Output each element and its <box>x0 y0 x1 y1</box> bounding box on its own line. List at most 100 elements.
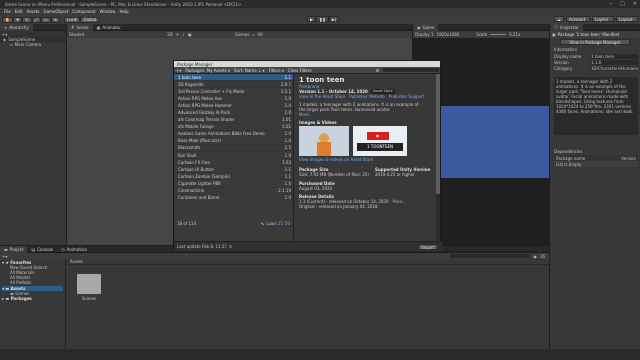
menu-help[interactable]: Help <box>119 9 128 14</box>
item-version: 2.0 <box>284 110 291 116</box>
list-item[interactable]: Cinemachine 2.1.10 <box>174 188 293 195</box>
character-thumbnail[interactable] <box>299 126 349 156</box>
menu-gameobject[interactable]: GameObject <box>43 9 68 14</box>
scale-slider[interactable] <box>490 34 507 35</box>
light-icon[interactable]: ☀ <box>176 32 180 37</box>
list-item[interactable]: Base Male (Muscular) 1.0 <box>174 138 293 145</box>
layout-dropdown[interactable]: Layout <box>616 16 638 22</box>
field-value[interactable]: 1 toon teen <box>590 53 638 59</box>
resolution-dropdown[interactable]: 1920x1080 <box>437 32 460 37</box>
sort-dropdown[interactable]: Sort: Name ↓ ▾ <box>234 68 265 73</box>
settings-icon[interactable]: ⚙ <box>376 68 380 73</box>
add-package-button[interactable]: +▾ <box>176 68 181 73</box>
list-item[interactable]: Advanced Fantasy AI Pack 2.0 <box>174 109 293 117</box>
tab-project[interactable]: ▬ Project <box>0 245 28 253</box>
display-dropdown[interactable]: Display 1 <box>415 32 434 37</box>
list-item[interactable]: 3D Roguelite 2.9.7 <box>174 81 293 89</box>
filters-dropdown[interactable]: Filters ▾ <box>269 68 284 73</box>
rect-tool-button[interactable]: ▭ <box>40 16 51 23</box>
refresh-icon[interactable]: ↻ <box>229 244 232 249</box>
list-item[interactable]: Cartoon FX Free 1.03 <box>174 159 293 167</box>
2d-toggle[interactable]: 2D <box>167 32 173 37</box>
tab-console[interactable]: ▤ Console <box>27 246 57 253</box>
clear-filters-button[interactable]: Clear Filters <box>288 68 312 73</box>
load-50-button[interactable]: 50 <box>285 221 290 226</box>
tab-animation[interactable]: ◷ Animation <box>57 246 91 253</box>
maximize-icon[interactable]: □ <box>620 1 625 7</box>
effects-icon[interactable]: ▣ <box>188 32 192 37</box>
list-item[interactable]: Blacksmith 2.5 <box>174 145 293 153</box>
packages-node[interactable]: ▸ ▬ Packages <box>2 296 63 301</box>
transform-tool-button[interactable]: ⊕ <box>50 16 61 23</box>
tab-hierarchy[interactable]: ≡ Hierarchy <box>0 23 33 31</box>
minimize-icon[interactable]: – <box>610 1 613 7</box>
scene-search-input[interactable]: All <box>258 32 263 37</box>
import-button[interactable]: Import <box>418 244 438 250</box>
game-viewport[interactable] <box>441 106 549 178</box>
character-body-shape <box>317 142 331 156</box>
release-more-link[interactable]: More... <box>393 199 407 204</box>
project-search-input[interactable] <box>450 254 531 258</box>
collab-button[interactable]: ☁ <box>554 16 564 22</box>
tab-game[interactable]: ◉ Game <box>413 23 439 31</box>
publisher-website-link[interactable]: Publisher Website <box>349 94 385 99</box>
list-item[interactable]: 1 toon teen 1.1 <box>174 74 293 82</box>
field-value[interactable]: 1.1.0 <box>590 59 638 65</box>
hierarchy-item[interactable]: ▫ Main Camera <box>0 42 66 47</box>
breadcrumb-assets[interactable]: Assets <box>70 259 83 264</box>
publisher-support-link[interactable]: Publisher Support <box>389 94 424 99</box>
account-dropdown[interactable]: Account <box>566 16 590 22</box>
tab-scene[interactable]: # Scene <box>67 23 93 31</box>
description-more-link[interactable]: More... <box>299 112 435 117</box>
images-link[interactable]: View images & videos on Asset Store <box>299 157 435 162</box>
pm-search-input[interactable] <box>383 68 440 72</box>
details-scrollbar[interactable] <box>436 74 440 241</box>
layers-dropdown[interactable]: Layers <box>592 16 614 22</box>
scale-tool-button[interactable]: ⤢ <box>31 16 41 23</box>
list-item[interactable]: Cartoon UI Button 1.1 <box>174 166 293 174</box>
list-item[interactable]: Action RPG Melee Hammer 1.0 <box>174 102 293 110</box>
scrollbar-thumb[interactable] <box>436 74 440 194</box>
menu-assets[interactable]: Assets <box>26 9 39 14</box>
video-thumbnail[interactable]: ▶ 1 TOONTEEN <box>353 126 407 156</box>
favorite-item[interactable]: All Prefabs <box>2 280 63 285</box>
pivot-global-toggle[interactable]: Global <box>80 16 100 23</box>
menu-file[interactable]: File <box>4 9 11 14</box>
view-in-package-manager-button[interactable]: View in Package Manager <box>560 39 630 45</box>
rotate-tool-button[interactable]: ↻ <box>22 16 32 23</box>
description-text[interactable]: 1 models, a teenager with 2 animations. … <box>554 77 638 135</box>
add-icon[interactable]: +▾ <box>2 254 7 259</box>
list-item[interactable]: Avalans Game Animations Bible Free Demo 1… <box>174 131 293 138</box>
shading-dropdown[interactable]: Shaded <box>69 32 84 37</box>
item-version: 1.01 <box>282 117 291 123</box>
step-button[interactable]: ▶| <box>328 16 340 22</box>
close-icon[interactable]: ✕ <box>633 1 637 7</box>
menu-component[interactable]: Component <box>72 9 95 14</box>
list-item[interactable]: afs Colormap Terrain Shader 1.01 <box>174 117 293 124</box>
load-25-button[interactable]: 25 <box>278 221 283 226</box>
list-item[interactable]: Bull Skull 1.0 <box>174 152 293 160</box>
pivot-local-toggle[interactable]: Local <box>64 16 81 23</box>
list-item[interactable]: afs Mobile Foliage 1.01 <box>174 124 293 131</box>
tab-animator[interactable]: ▦ Animator <box>93 24 125 31</box>
menu-edit[interactable]: Edit <box>15 9 23 14</box>
eye-icon[interactable]: ◉ <box>533 254 537 259</box>
field-value[interactable]: 3D/Characters/Humanoids <box>590 65 638 71</box>
list-item[interactable]: Cigarette Lighter PBR 1.0 <box>174 180 293 188</box>
folder-tile[interactable]: Scenes <box>76 274 102 301</box>
list-item[interactable]: Action RPG Melee Axe 1.0 <box>174 95 293 103</box>
tab-inspector[interactable]: ⓘ Inspector <box>550 23 583 31</box>
gizmos-dropdown[interactable]: Gizmos <box>235 32 250 37</box>
audio-icon[interactable]: ♪ <box>182 32 185 37</box>
play-button[interactable]: ▶ <box>307 16 317 22</box>
youtube-logo-icon: ▶ <box>367 132 389 140</box>
list-item[interactable]: 3rd Person Controller + Fly Mode 2.5.1 <box>174 88 293 96</box>
menu-window[interactable]: Window <box>100 9 116 14</box>
list-item[interactable]: Container and Barrel 1.0 <box>174 195 293 202</box>
move-tool-button[interactable]: ✥ <box>12 16 23 23</box>
asset-store-link[interactable]: View in the Asset Store <box>299 94 345 99</box>
hand-tool-button[interactable]: ✋ <box>2 16 13 23</box>
list-item[interactable]: Cartoon Zombie [Sample] 1.1 <box>174 173 293 181</box>
pause-button[interactable]: ❚❚ <box>316 16 329 22</box>
packages-dropdown[interactable]: Packages: My Assets ▾ <box>185 68 230 73</box>
